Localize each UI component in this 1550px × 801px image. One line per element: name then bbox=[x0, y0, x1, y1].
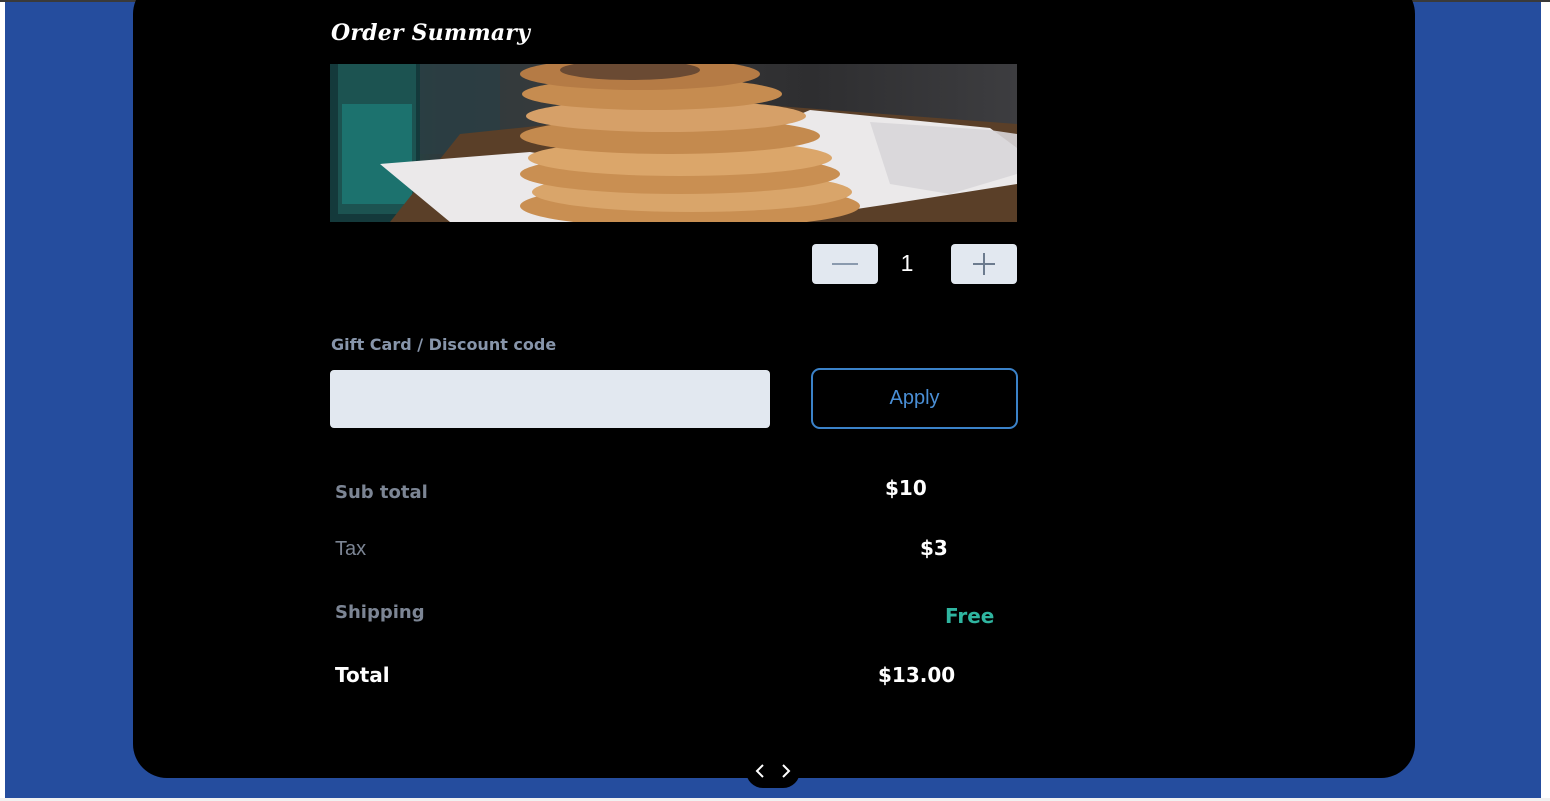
subtotal-value: $10 bbox=[885, 476, 927, 500]
quantity-value: 1 bbox=[900, 250, 914, 276]
subtotal-label: Sub total bbox=[335, 482, 428, 503]
carousel-pager bbox=[746, 754, 800, 788]
discount-code-label: Gift Card / Discount code bbox=[331, 335, 557, 354]
total-label: Total bbox=[335, 663, 390, 687]
shipping-label: Shipping bbox=[335, 602, 425, 623]
window-right-edge bbox=[1541, 2, 1550, 801]
product-image bbox=[330, 64, 1017, 222]
chevron-left-icon bbox=[755, 764, 764, 778]
tax-label: Tax bbox=[335, 538, 367, 560]
increase-quantity-button[interactable] bbox=[951, 244, 1017, 284]
apply-button[interactable]: Apply bbox=[811, 368, 1018, 429]
next-button[interactable] bbox=[777, 762, 795, 780]
page-title: Order Summary bbox=[331, 20, 531, 46]
discount-code-input[interactable] bbox=[330, 370, 770, 428]
minus-icon bbox=[832, 263, 858, 265]
tax-value: $3 bbox=[920, 536, 948, 560]
chevron-right-icon bbox=[782, 764, 791, 778]
previous-button[interactable] bbox=[751, 762, 769, 780]
shipping-value: Free bbox=[945, 604, 995, 628]
total-value: $13.00 bbox=[878, 663, 956, 687]
plus-icon bbox=[973, 253, 995, 275]
decrease-quantity-button[interactable] bbox=[812, 244, 878, 284]
